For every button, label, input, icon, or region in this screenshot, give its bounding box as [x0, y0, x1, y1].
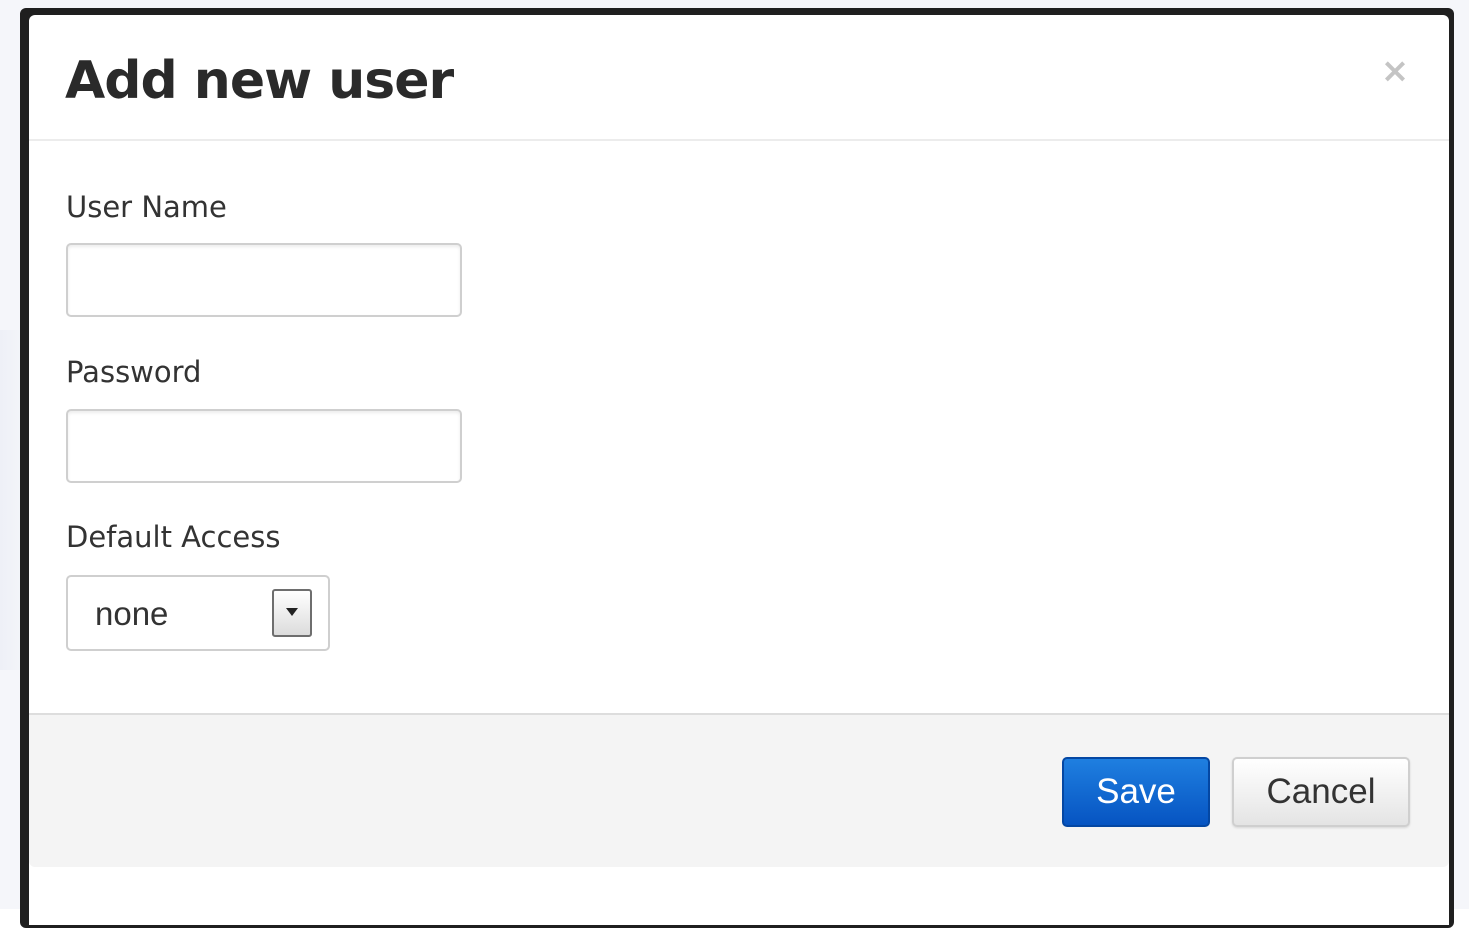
save-button[interactable]: Save	[1062, 757, 1210, 827]
close-icon[interactable]: ×	[1375, 51, 1415, 91]
username-label: User Name	[66, 190, 227, 224]
dropdown-arrow-button[interactable]	[272, 589, 312, 637]
default-access-select[interactable]: none	[66, 575, 330, 651]
add-user-dialog: Add new user × User Name Password Defaul…	[29, 15, 1449, 925]
dialog-footer: Save Cancel	[29, 713, 1449, 867]
dialog-header: Add new user ×	[29, 15, 1449, 141]
default-access-value: none	[95, 595, 169, 632]
default-access-label: Default Access	[66, 520, 281, 554]
password-input[interactable]	[66, 409, 462, 483]
username-input[interactable]	[66, 243, 462, 317]
dialog-title: Add new user	[65, 51, 454, 111]
cancel-button[interactable]: Cancel	[1232, 757, 1410, 827]
password-label: Password	[66, 355, 202, 389]
chevron-down-icon	[286, 608, 298, 616]
